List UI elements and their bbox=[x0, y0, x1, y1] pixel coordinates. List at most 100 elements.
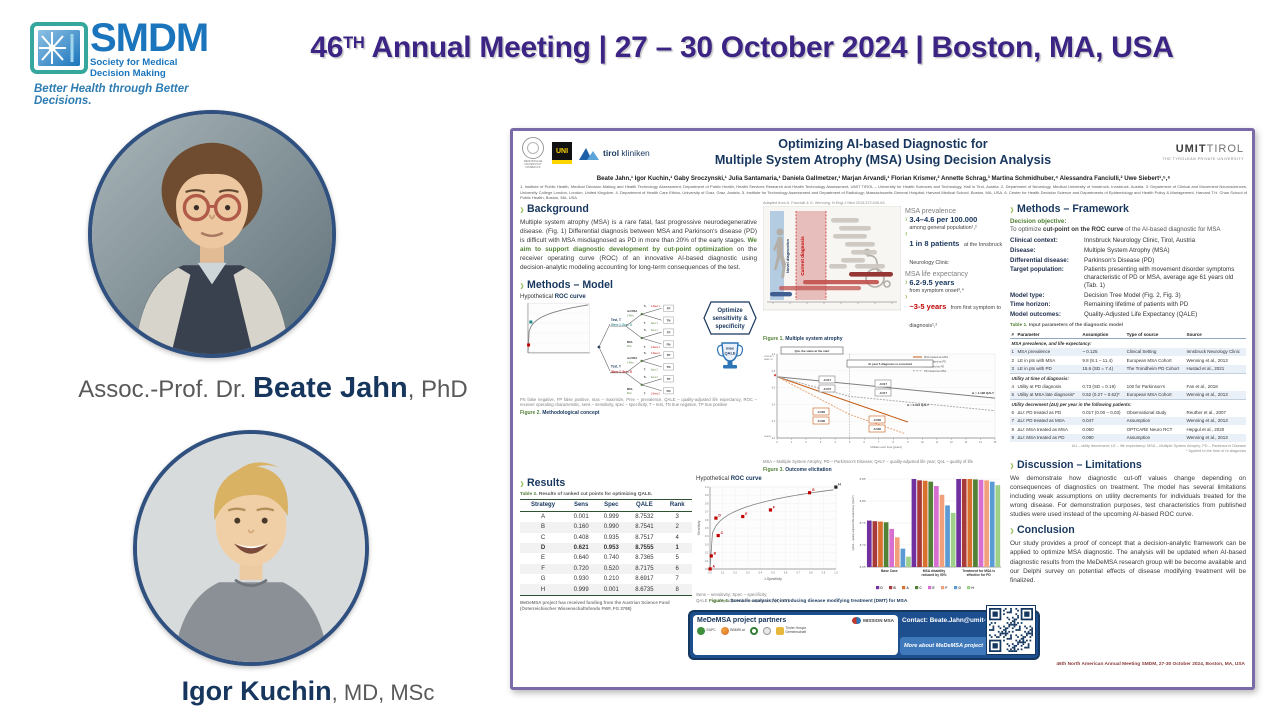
background-heading-label: Background bbox=[527, 203, 589, 215]
column-header: Sens bbox=[566, 500, 596, 512]
chart-text: 0.2 bbox=[733, 572, 737, 575]
meeting-footer-line: 46th North American Annual Meeting SMDM,… bbox=[1056, 662, 1245, 667]
table1-footnote-line1: ΔU – utility decrement; LE – life expect… bbox=[1072, 444, 1246, 448]
chart-text: 13 bbox=[965, 441, 968, 444]
chart-text: TP bbox=[666, 377, 670, 381]
chart-text: 0.0 bbox=[772, 438, 776, 440]
cell: Utility at MSA late diagnosis* bbox=[1016, 391, 1081, 400]
cell: Wenning et al., 2013 bbox=[1185, 434, 1246, 442]
column-header: Spec bbox=[596, 500, 626, 512]
chart-text: 8,85 bbox=[860, 477, 866, 481]
poster-column-left: ›Background Multiple system atrophy (MSA… bbox=[520, 201, 757, 416]
input-parameters-table: #ParameterAssumptionType of sourceSource… bbox=[1010, 330, 1246, 442]
scenario-bar-chart: 8,658,708,758,808,85QALE – quality-adjus… bbox=[850, 475, 1006, 597]
mission-msa-label: MISSION MSA bbox=[863, 618, 894, 623]
chart-text: PERFECT bbox=[764, 356, 775, 358]
medical-university-innsbruck-logo: MEDIZINISCHE UNIVERSITÄT INNSBRUCK bbox=[520, 137, 546, 169]
marker-b bbox=[527, 343, 530, 346]
symptom-pill bbox=[841, 258, 865, 263]
data-point-B bbox=[710, 554, 713, 557]
chart-text: QALE – quality-adjusted life expectancy … bbox=[851, 495, 855, 550]
cell: 4 bbox=[662, 533, 692, 543]
legend-swatch bbox=[889, 586, 892, 589]
cell: Fan et al., 2018 bbox=[1185, 382, 1246, 390]
column-header: Assumption bbox=[1081, 330, 1125, 339]
prevalence-heading: MSA prevalence bbox=[905, 208, 1003, 215]
data-point-F bbox=[769, 508, 772, 511]
bar-E bbox=[934, 486, 939, 567]
chevron-icon: › bbox=[520, 202, 524, 217]
figure3-caption-label: Figure 3. bbox=[763, 467, 784, 473]
framework-value: Remaining lifetime of patients with PD bbox=[1084, 301, 1188, 309]
chart-text: -0.017 bbox=[879, 391, 888, 395]
roc-scatter-block: Hypothetical ROC curve 0.00.00.10.10.20.… bbox=[696, 475, 846, 612]
cell: 0.160 bbox=[566, 522, 596, 532]
cell: 0.999 bbox=[566, 584, 596, 595]
cell: 0.720 bbox=[566, 564, 596, 574]
chart-text: 0.9 bbox=[705, 494, 709, 497]
roc-chart-title: Hypothetical ROC curve bbox=[696, 476, 846, 482]
smdm-acronym: SMDM bbox=[90, 22, 220, 55]
poster-bottom-band: ›Results Table 2. Results of ranked cut … bbox=[520, 475, 1006, 612]
mountains-icon bbox=[578, 145, 600, 161]
partners-panel: MeDeMSA project partners MISSION MSA EAP… bbox=[693, 615, 898, 655]
chart-text: -0.090 bbox=[817, 419, 826, 423]
chart-text: Test, T bbox=[611, 364, 621, 368]
figure3-caption: Figure 3. Outcome elicitation bbox=[763, 467, 1003, 473]
chart-text: T- bbox=[643, 321, 645, 324]
legend-swatch bbox=[902, 586, 905, 589]
cell: A bbox=[520, 511, 566, 522]
chart-text: T- bbox=[643, 368, 645, 371]
chart-text: TP bbox=[666, 330, 670, 334]
partner-logo-bbmri: BBMRI.at bbox=[721, 627, 745, 635]
chevron-icon: › bbox=[1010, 523, 1014, 538]
symptom-pill bbox=[839, 226, 871, 231]
chart-text: 0.3 bbox=[705, 543, 709, 546]
cell: 8.7532 bbox=[626, 511, 662, 522]
cell: G bbox=[520, 574, 566, 584]
column-header: Strategy bbox=[520, 500, 566, 512]
legend-swatch bbox=[941, 586, 944, 589]
cell: Assumption bbox=[1125, 434, 1185, 442]
speaker-name-igor-kuchin: Igor Kuchin, MD, MSc bbox=[58, 676, 558, 707]
cell: 8 bbox=[662, 584, 692, 595]
cell: Innsbruck Neurology Clinic bbox=[1185, 348, 1246, 356]
chart-text: QoL the same at the start bbox=[795, 349, 830, 353]
title-number: 46 bbox=[310, 31, 343, 64]
figure1-caption: Figure 1. Multiple system atrophy bbox=[763, 336, 1003, 342]
table1-caption-text: Input parameters of the diagnostic model bbox=[1029, 323, 1123, 328]
speaker-photo-beate-jahn bbox=[88, 110, 336, 358]
speaker1-prefix: Assoc.-Prof. Dr. bbox=[78, 376, 253, 403]
section-heading-background: ›Background bbox=[520, 203, 757, 215]
smdm-society: Society for Medical Decision Making bbox=[90, 57, 220, 79]
figure3-outcome-elicitation-chart: 01234567891011121314150.00.20.40.60.81.0… bbox=[763, 346, 1001, 452]
bar-C bbox=[928, 482, 933, 567]
cell: 0.740 bbox=[596, 553, 626, 563]
table1-caption: Table 1. Input parameters of the diagnos… bbox=[1010, 323, 1246, 328]
bar-E bbox=[979, 480, 984, 567]
dots-icon bbox=[721, 627, 729, 635]
table-row: 9ΔU: MSA treated as PD0.090AssumptionWen… bbox=[1010, 434, 1246, 442]
chevron-icon: › bbox=[1010, 457, 1014, 472]
cell: 8.7541 bbox=[626, 522, 662, 532]
partners-label: MeDeMSA project partners bbox=[697, 617, 786, 624]
cell: 8.7365 bbox=[626, 553, 662, 563]
bar-E bbox=[889, 529, 894, 567]
chevron-icon: › bbox=[520, 277, 524, 292]
chart-text: 1-Specificity bbox=[764, 577, 782, 581]
symptom-pill bbox=[833, 234, 867, 239]
figure1-caption-text: Multiple system atrophy bbox=[785, 336, 842, 342]
cell: 0.090 bbox=[1081, 434, 1125, 442]
framework-label: Model type: bbox=[1010, 292, 1084, 300]
column-header: Parameter bbox=[1016, 330, 1081, 339]
partner-label: EAPC bbox=[707, 629, 716, 633]
chevron-icon: › bbox=[1010, 202, 1014, 217]
symptom-pill bbox=[855, 264, 885, 269]
chart-text: 4 bbox=[834, 441, 836, 444]
title-ordinal: TH bbox=[343, 34, 364, 52]
bar-H bbox=[906, 557, 911, 567]
table-row: H0.9990.0018.67358 bbox=[520, 584, 692, 595]
cell: ~ 0.125 bbox=[1081, 348, 1125, 356]
cell: 0.210 bbox=[596, 574, 626, 584]
svg-text:sensitivity &: sensitivity & bbox=[712, 316, 748, 322]
